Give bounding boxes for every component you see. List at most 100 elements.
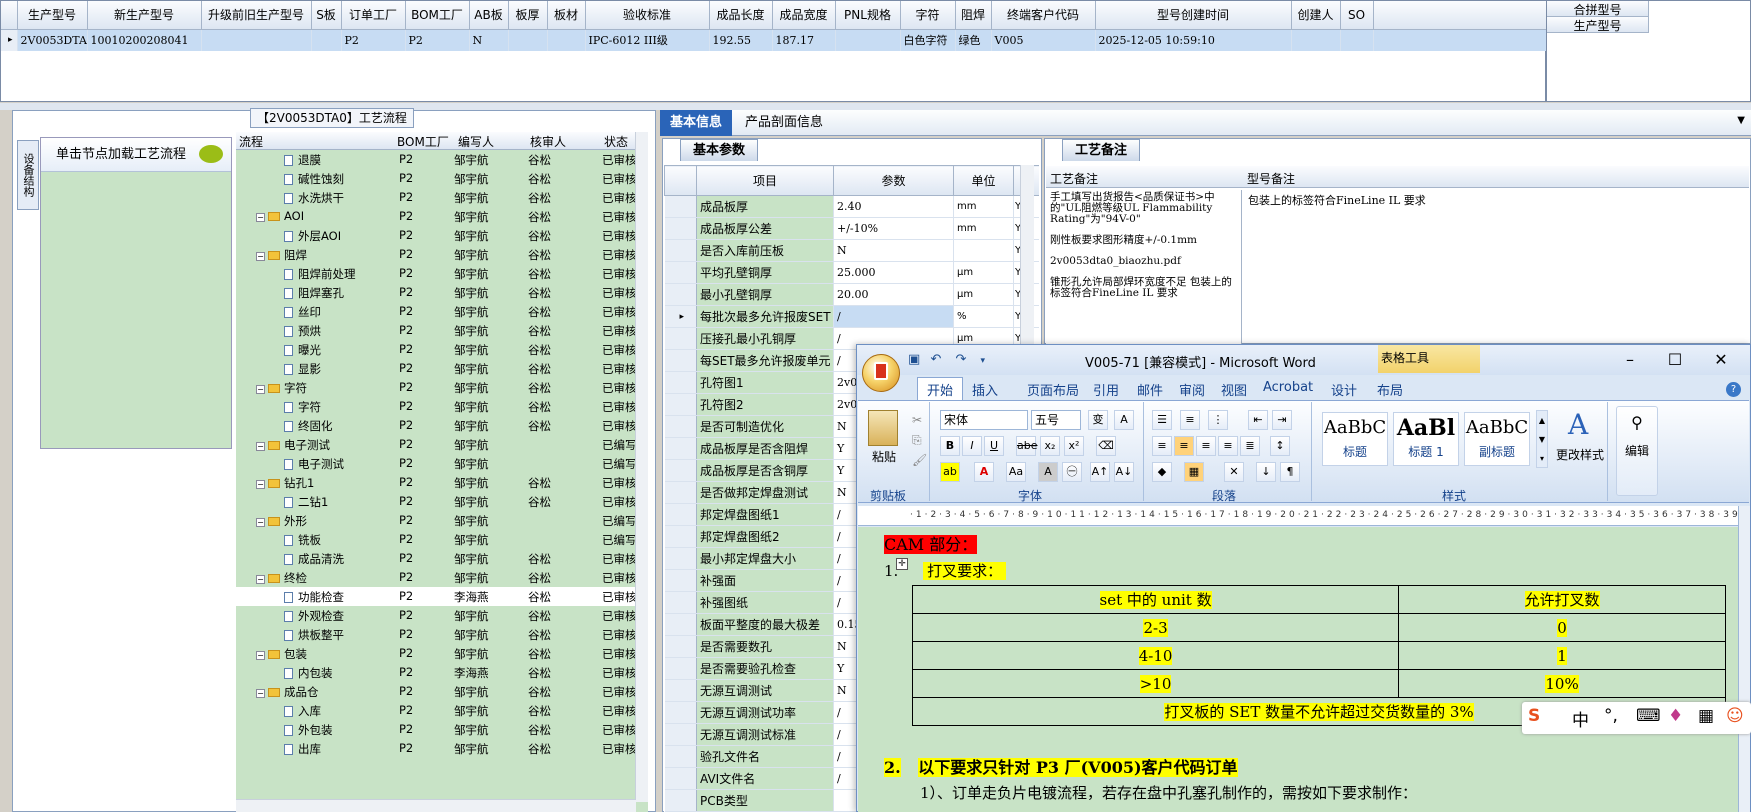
font-name-box[interactable]: 宋体 (940, 410, 1028, 430)
ribbon-tab[interactable]: 审阅 (1179, 380, 1205, 399)
align-right-icon[interactable]: ≡ (1196, 436, 1216, 456)
tree-node[interactable]: − 字符 P2 邹宇航 谷松 已审核 (236, 378, 648, 397)
param-row[interactable]: ▸ 每批次最多允许报废SET /% Y (664, 305, 1039, 328)
numbering-icon[interactable]: ≡ (1180, 410, 1200, 430)
model-col-header[interactable]: 字符 (900, 1, 956, 30)
shrink-font-icon[interactable]: A↓ (1114, 462, 1134, 482)
tree-node[interactable]: 二钻1 P2 邹宇航 谷松 已审核 (236, 492, 648, 511)
tree-node[interactable]: 外包装 P2 邹宇航 谷松 已审核 (236, 720, 648, 739)
char-border-icon[interactable]: A (1114, 410, 1134, 430)
redo-icon[interactable]: ↷ (955, 352, 966, 367)
copy-icon[interactable]: ⎘ (912, 430, 927, 450)
model-col-header[interactable]: 生产型号 (17, 1, 88, 30)
flow-tree-horizontal-scrollbar[interactable] (236, 799, 636, 812)
punctuation-icon[interactable]: °, (1604, 706, 1618, 726)
param-row[interactable]: 是否入库前压板 N Y (664, 239, 1039, 262)
speech-bubble-icon[interactable] (199, 145, 223, 163)
param-value[interactable]: 25.000 (833, 261, 954, 284)
collapse-icon[interactable]: − (256, 385, 265, 394)
model-cell[interactable]: IPC-6012 III级 (585, 29, 710, 51)
tabstrip-dropdown-icon[interactable]: ▼ (1737, 115, 1745, 126)
tree-node[interactable]: 碱性蚀刻 P2 邹宇航 谷松 已审核 (236, 169, 648, 188)
tree-node[interactable]: 曝光 P2 邹宇航 谷松 已审核 (236, 340, 648, 359)
tree-node[interactable]: 阻焊前处理 P2 邹宇航 谷松 已审核 (236, 264, 648, 283)
underline-icon[interactable]: U (984, 436, 1004, 456)
model-col-header[interactable]: 成品宽度 (772, 1, 836, 30)
toolbox-icon[interactable]: ▦ (1698, 706, 1714, 726)
chinese-layout-icon[interactable]: ✕ (1224, 462, 1244, 482)
model-col-header[interactable]: S板 (311, 1, 342, 30)
ribbon-tab[interactable]: 页面布局 (1027, 380, 1079, 399)
model-col-header[interactable]: 验收标准 (585, 1, 710, 30)
model-col-header[interactable]: 成品长度 (709, 1, 773, 30)
ribbon-tab[interactable]: 设计 (1331, 380, 1357, 399)
param-value[interactable]: 2.40 (833, 195, 954, 218)
paste-icon[interactable] (868, 410, 898, 446)
collapse-icon[interactable]: − (256, 480, 265, 489)
model-cell[interactable]: P2 (341, 29, 406, 51)
shading-icon[interactable]: ◆ (1152, 462, 1172, 482)
tree-node[interactable]: 终固化 P2 邹宇航 谷松 已审核 (236, 416, 648, 435)
model-cell[interactable]: 2025-12-05 10:59:10 (1095, 29, 1292, 51)
line-spacing-icon[interactable]: ↕ (1270, 436, 1290, 456)
model-col-header[interactable]: 订单工厂 (341, 1, 406, 30)
sort-icon[interactable]: ↓ (1256, 462, 1276, 482)
highlight-icon[interactable]: ab (940, 462, 960, 482)
tree-node[interactable]: − 成品仓 P2 邹宇航 谷松 已审核 (236, 682, 648, 701)
model-cell[interactable] (1340, 29, 1374, 51)
font-color-icon[interactable]: A (974, 462, 994, 482)
tree-node[interactable]: 外观检查 P2 邹宇航 谷松 已审核 (236, 606, 648, 625)
close-icon[interactable]: ✕ (1711, 350, 1731, 369)
tree-node[interactable]: 功能检查 P2 李海燕 谷松 已审核 (236, 587, 648, 606)
param-row[interactable]: 最小孔壁铜厚 20.00 μm Y (664, 283, 1039, 306)
bold-icon[interactable]: B (940, 436, 960, 456)
bullets-icon[interactable]: ☰ (1152, 410, 1172, 430)
tree-node[interactable]: − 钻孔1 P2 邹宇航 谷松 已审核 (236, 473, 648, 492)
cut-copy-format-icons[interactable]: ✂ ⎘ 🖌 (912, 410, 927, 470)
ribbon-tab[interactable]: Acrobat (1263, 380, 1313, 395)
tree-node[interactable]: 外层AOI P2 邹宇航 谷松 已审核 (236, 226, 648, 245)
minimize-icon[interactable]: – (1620, 350, 1640, 369)
tree-node[interactable]: 退膜 P2 邹宇航 谷松 已审核 (236, 150, 648, 169)
param-value[interactable]: N (833, 239, 954, 262)
increase-indent-icon[interactable]: ⇥ (1272, 410, 1292, 430)
model-cell[interactable]: P2 (405, 29, 470, 51)
align-center-icon[interactable]: ≡ (1174, 436, 1194, 456)
justify-icon[interactable]: ≡ (1218, 436, 1238, 456)
model-cell[interactable]: 白色字符 (900, 29, 956, 51)
paste-button[interactable]: 粘贴 (872, 448, 896, 465)
tab-basic-info[interactable]: 基本信息 (660, 110, 733, 136)
tree-node[interactable]: 字符 P2 邹宇航 谷松 已审核 (236, 397, 648, 416)
collapse-icon[interactable]: − (256, 252, 265, 261)
grow-font-icon[interactable]: A↑ (1090, 462, 1110, 482)
collapse-icon[interactable]: − (256, 442, 265, 451)
model-notes-text[interactable]: 包装上的标签符合FineLine IL 要求 (1244, 190, 1734, 344)
model-cell[interactable] (835, 29, 901, 51)
superscript-icon[interactable]: x² (1064, 436, 1084, 456)
tab-product-profile[interactable]: 产品剖面信息 (735, 110, 833, 136)
italic-icon[interactable]: I (962, 436, 982, 456)
help-icon[interactable]: ? (1726, 382, 1741, 397)
save-icon[interactable]: ▣ (908, 352, 920, 367)
model-grid[interactable]: 生产型号 新生产型号 升级前旧生产型号 S板 订单工厂 BOM工厂 AB板 板厚 板材 验收标准成… (0, 0, 1547, 102)
model-col-header[interactable]: BOM工厂 (405, 1, 470, 30)
model-cell[interactable] (311, 29, 342, 51)
tree-node[interactable]: 水洗烘干 P2 邹宇航 谷松 已审核 (236, 188, 648, 207)
customize-qat-icon[interactable]: ▾ (981, 356, 986, 366)
multilevel-list-icon[interactable]: ⋮ (1208, 410, 1228, 430)
distribute-icon[interactable]: ≣ (1240, 436, 1260, 456)
model-cell[interactable] (1291, 29, 1341, 51)
skin-icon[interactable]: ♦ (1668, 706, 1683, 726)
param-row[interactable]: 平均孔壁铜厚 25.000 μm Y (664, 261, 1039, 284)
tree-node[interactable]: 成品清洗 P2 邹宇航 谷松 已审核 (236, 549, 648, 568)
param-row[interactable]: 成品板厚 2.40 mm Y (664, 195, 1039, 218)
tree-node[interactable]: − 外形 P2 邹宇航 已编写 (236, 511, 648, 530)
side-tab-equipment[interactable]: 设备结构 (17, 140, 39, 210)
tree-node[interactable]: 阻焊塞孔 P2 邹宇航 谷松 已审核 (236, 283, 648, 302)
model-cell[interactable]: 2V0053DTA0 (17, 29, 88, 51)
ribbon-tab[interactable]: 插入 (972, 380, 998, 399)
param-value[interactable]: +/-10% (833, 217, 954, 240)
model-cell[interactable]: V005 (991, 29, 1096, 51)
keyboard-icon[interactable]: ⌨ (1636, 706, 1661, 726)
tree-node[interactable]: − AOI P2 邹宇航 谷松 已审核 (236, 207, 648, 226)
